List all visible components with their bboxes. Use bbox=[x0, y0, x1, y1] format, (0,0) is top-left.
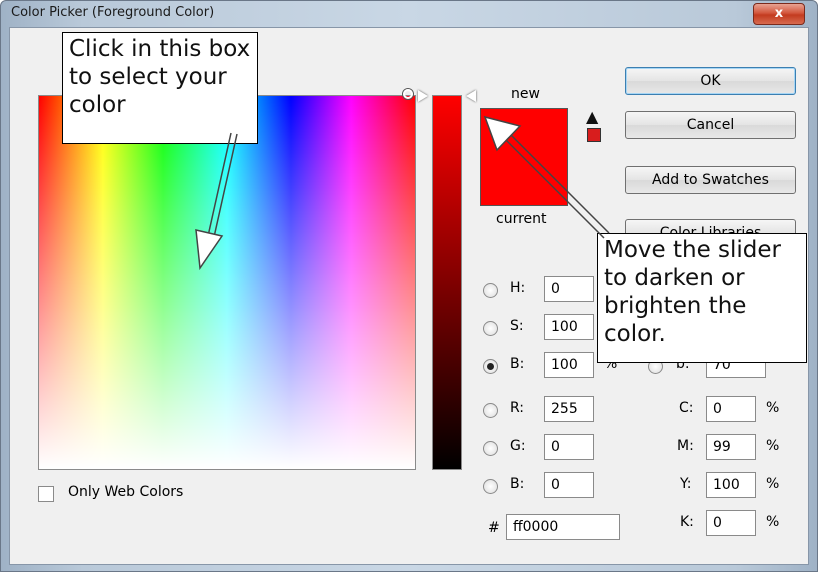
arrow-to-color-field-icon bbox=[195, 132, 238, 271]
annotation-arrows bbox=[195, 115, 610, 271]
arrow-to-slider-icon bbox=[483, 115, 610, 239]
